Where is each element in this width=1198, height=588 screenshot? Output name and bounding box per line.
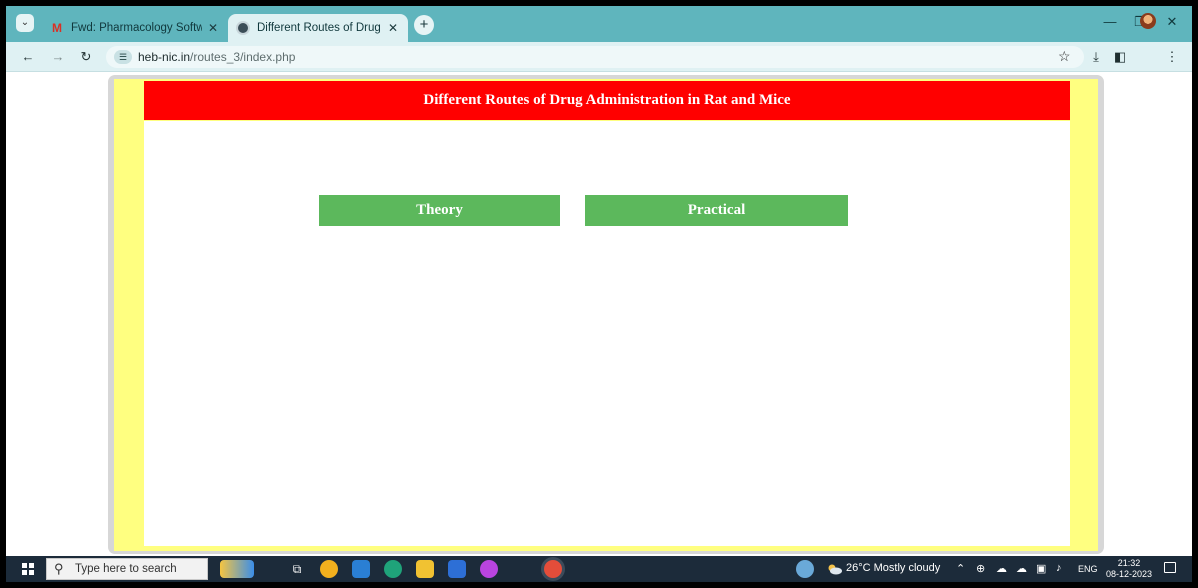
browser-tab-strip: ⌄ M Fwd: Pharmacology Software ✕ Differe…: [6, 6, 1192, 42]
tab-drug-routes[interactable]: Different Routes of Drug Admi ✕: [228, 14, 408, 42]
language-indicator[interactable]: ENG: [1078, 564, 1098, 574]
task-view-icon[interactable]: ⧉: [288, 560, 306, 578]
tab-title: Different Routes of Drug Admi: [257, 22, 382, 34]
tab-pharmacology-software[interactable]: M Fwd: Pharmacology Software ✕: [42, 14, 228, 42]
help-icon[interactable]: [796, 560, 814, 578]
volume-icon[interactable]: ♪: [1056, 562, 1062, 574]
notification-icon[interactable]: [1164, 562, 1176, 573]
edge-app-icon[interactable]: [384, 560, 402, 578]
onedrive-cloud-icon[interactable]: ☁: [996, 562, 1007, 575]
show-hidden-icons-chevron-icon[interactable]: ⌃: [956, 562, 965, 575]
site-settings-icon[interactable]: ☰: [114, 50, 132, 64]
chrome-active-icon[interactable]: [544, 560, 562, 578]
theory-button[interactable]: Theory: [319, 195, 560, 226]
mail-app-icon[interactable]: [352, 560, 370, 578]
close-icon[interactable]: ✕: [386, 21, 400, 35]
screen: ⌄ M Fwd: Pharmacology Software ✕ Differe…: [6, 6, 1192, 582]
windows-start-icon[interactable]: [22, 563, 34, 575]
tab-title: Fwd: Pharmacology Software: [71, 22, 202, 34]
cloudy-weather-icon: [826, 562, 842, 575]
onedrive-sync-icon[interactable]: ☁: [1016, 562, 1027, 575]
download-icon[interactable]: ⤓: [1088, 49, 1104, 65]
profile-avatar[interactable]: [1140, 13, 1156, 29]
page-content-area: [144, 121, 1070, 546]
media-app-icon[interactable]: [480, 560, 498, 578]
close-icon[interactable]: ✕: [206, 21, 220, 35]
page-header-title: Different Routes of Drug Administration …: [144, 81, 1070, 120]
url-host: heb-nic.in: [138, 50, 191, 64]
menu-kebab-icon[interactable]: ⋮: [1164, 49, 1180, 65]
clock[interactable]: 21:32 08-12-2023: [1106, 558, 1152, 580]
network-icon[interactable]: ▣: [1036, 562, 1046, 575]
file-explorer-icon[interactable]: [416, 560, 434, 578]
clock-date: 08-12-2023: [1106, 569, 1153, 579]
taskbar-search-box[interactable]: ⚲ Type here to search: [46, 558, 208, 580]
reload-icon[interactable]: ↻: [78, 49, 94, 65]
windows-taskbar: ⚲ Type here to search ⧉ 26°C Mostly clou…: [6, 556, 1192, 582]
back-arrow-icon[interactable]: ←: [20, 49, 36, 65]
globe-icon: [236, 21, 250, 35]
url-path: /routes_3/index.php: [190, 50, 296, 64]
address-bar[interactable]: ☰ heb-nic.in/routes_3/index.php ☆: [106, 46, 1084, 68]
new-tab-button[interactable]: +: [414, 15, 434, 35]
taskbar-widget-icon[interactable]: [220, 560, 254, 578]
url-text: heb-nic.in/routes_3/index.php: [138, 50, 295, 64]
forward-arrow-icon[interactable]: →: [50, 49, 66, 65]
minimize-icon[interactable]: —: [1100, 14, 1120, 29]
side-panel-icon[interactable]: ◧: [1112, 49, 1128, 65]
bookmark-star-icon[interactable]: ☆: [1058, 48, 1071, 65]
close-window-icon[interactable]: ✕: [1162, 14, 1182, 30]
weather-text[interactable]: 26°C Mostly cloudy: [846, 562, 940, 574]
browser-toolbar: ← → ↻ ☰ heb-nic.in/routes_3/index.php ☆ …: [6, 42, 1192, 72]
tray-app-icon[interactable]: ⊕: [976, 562, 985, 575]
clock-time: 21:32: [1117, 558, 1141, 568]
practical-button[interactable]: Practical: [585, 195, 848, 226]
search-placeholder: Type here to search: [75, 563, 177, 575]
gmail-icon: M: [52, 21, 62, 35]
search-icon: ⚲: [54, 561, 64, 576]
tab-search-chevron-icon[interactable]: ⌄: [16, 14, 34, 32]
chrome-app-icon[interactable]: [320, 560, 338, 578]
store-app-icon[interactable]: [448, 560, 466, 578]
